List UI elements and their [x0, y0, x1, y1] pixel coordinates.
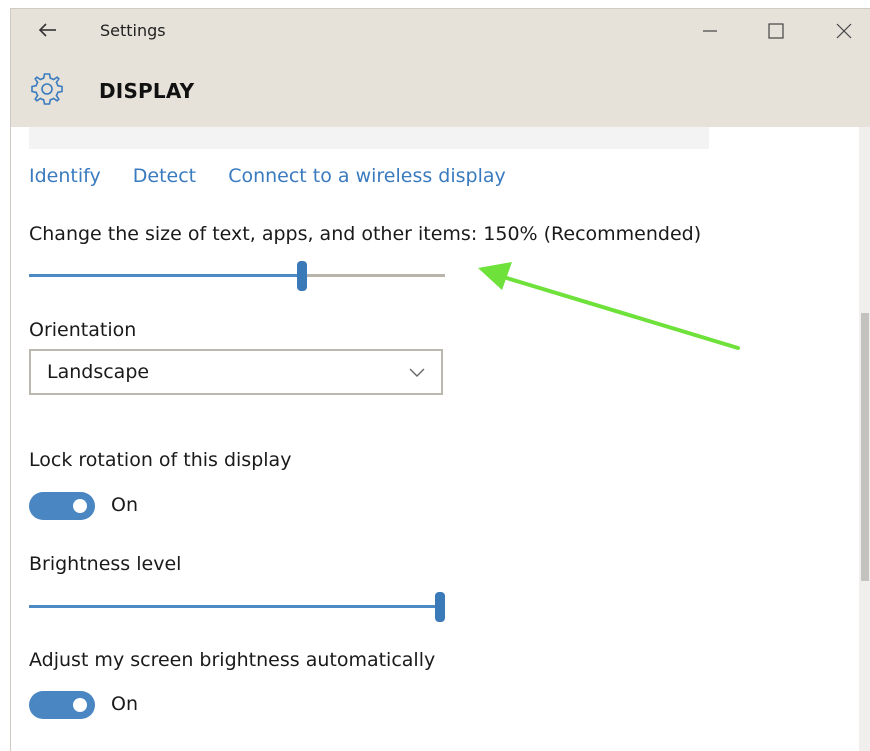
page-title: DISPLAY — [99, 79, 195, 103]
display-links: Identify Detect Connect to a wireless di… — [29, 165, 532, 187]
back-arrow-icon[interactable] — [37, 19, 59, 41]
brightness-slider[interactable] — [29, 592, 445, 622]
detect-link[interactable]: Detect — [133, 165, 196, 187]
lock-rotation-label: Lock rotation of this display — [29, 449, 292, 471]
scale-slider-thumb[interactable] — [297, 261, 307, 291]
orientation-selected-value: Landscape — [47, 361, 150, 383]
gear-icon — [31, 73, 63, 105]
lock-rotation-state: On — [111, 494, 138, 516]
wireless-display-link[interactable]: Connect to a wireless display — [228, 165, 506, 187]
auto-brightness-state: On — [111, 693, 138, 715]
orientation-label: Orientation — [29, 319, 137, 341]
page-header: DISPLAY — [11, 53, 870, 127]
auto-brightness-label: Adjust my screen brightness automaticall… — [29, 649, 436, 671]
orientation-dropdown[interactable]: Landscape — [29, 349, 443, 395]
brightness-slider-thumb[interactable] — [435, 592, 445, 622]
scrollbar-thumb[interactable] — [861, 313, 869, 581]
maximize-icon[interactable] — [761, 17, 791, 45]
display-settings-content: Identify Detect Connect to a wireless di… — [11, 127, 859, 751]
window-title: Settings — [100, 21, 166, 40]
scale-slider-track — [307, 274, 445, 277]
brightness-slider-fill — [29, 605, 435, 608]
auto-brightness-toggle-knob — [73, 698, 87, 712]
minimize-icon[interactable] — [695, 17, 725, 45]
lock-rotation-toggle[interactable] — [29, 492, 95, 520]
brightness-label: Brightness level — [29, 553, 182, 575]
scale-slider-fill — [29, 274, 297, 277]
settings-window: Settings DISPLAY Identify Detect Connect… — [10, 8, 870, 751]
lock-rotation-toggle-knob — [73, 499, 87, 513]
chevron-down-icon — [409, 368, 425, 377]
scale-slider[interactable] — [29, 261, 445, 291]
monitor-preview-area — [29, 127, 709, 149]
title-bar: Settings — [11, 9, 870, 53]
scale-label: Change the size of text, apps, and other… — [29, 223, 702, 245]
identify-link[interactable]: Identify — [29, 165, 101, 187]
close-icon[interactable] — [829, 17, 859, 45]
auto-brightness-toggle[interactable] — [29, 691, 95, 719]
vertical-scrollbar[interactable] — [859, 127, 870, 751]
